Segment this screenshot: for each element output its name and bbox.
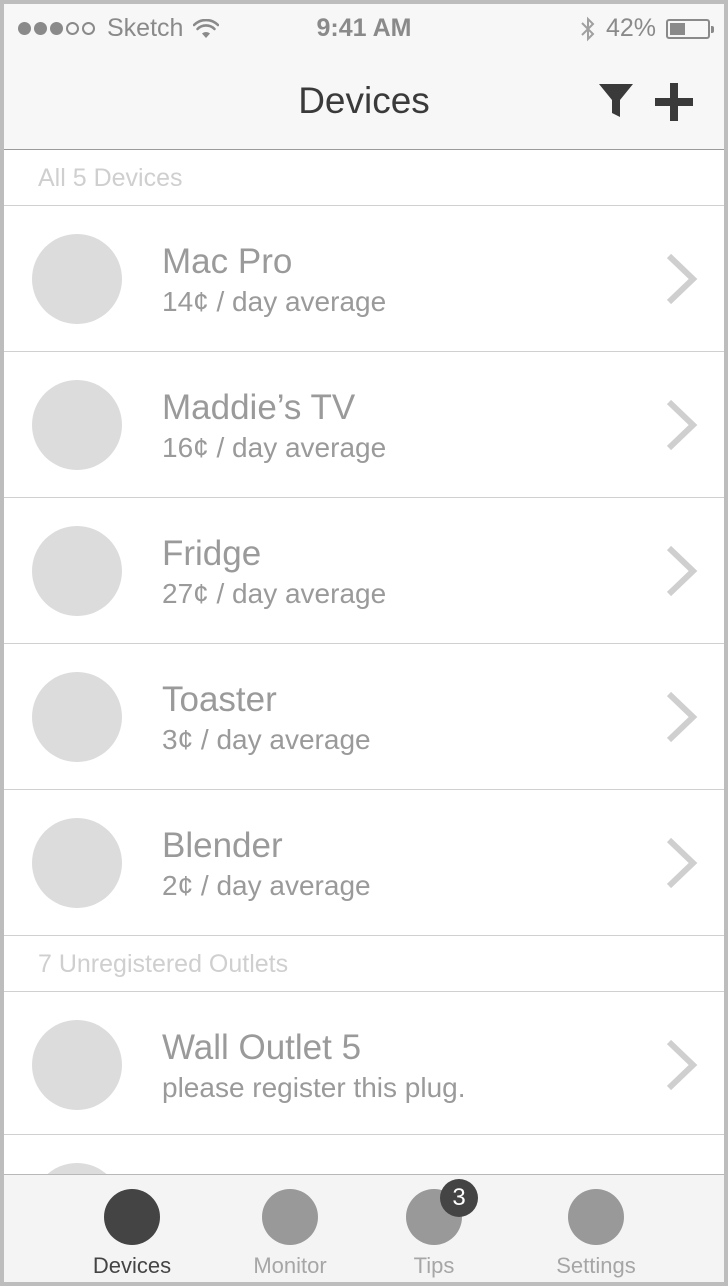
tab-label: Tips bbox=[413, 1253, 455, 1278]
tab-bar: Devices Monitor 3 Tips Settings bbox=[4, 1174, 724, 1282]
outlet-avatar bbox=[32, 1020, 122, 1110]
filter-icon[interactable] bbox=[596, 80, 636, 120]
device-list: All 5 Devices Mac Pro 14¢ / day average … bbox=[4, 150, 724, 1253]
tab-label: Monitor bbox=[253, 1253, 327, 1278]
tab-label: Devices bbox=[92, 1253, 172, 1278]
device-avatar bbox=[32, 526, 122, 616]
device-cost: 2¢ / day average bbox=[162, 870, 371, 901]
outlet-name: Wall Outlet 5 bbox=[162, 1028, 362, 1067]
plus-icon[interactable] bbox=[654, 82, 694, 122]
outlet-row-partial[interactable] bbox=[4, 1135, 724, 1253]
device-row-mac-pro[interactable]: Mac Pro 14¢ / day average bbox=[4, 206, 724, 352]
tab-devices[interactable]: Devices bbox=[52, 1175, 212, 1282]
status-bar: Sketch 9:41 AM 42% bbox=[4, 4, 724, 52]
device-avatar bbox=[32, 380, 122, 470]
device-name: Toaster bbox=[162, 680, 277, 719]
phone-screen: Sketch 9:41 AM 42% Devices All 5 Devices… bbox=[0, 0, 728, 1286]
section-header-unregistered: 7 Unregistered Outlets bbox=[4, 936, 724, 992]
device-cost: 16¢ / day average bbox=[162, 432, 387, 463]
device-name: Mac Pro bbox=[162, 242, 293, 281]
device-cost: 3¢ / day average bbox=[162, 724, 371, 755]
tab-monitor[interactable]: Monitor bbox=[210, 1175, 370, 1282]
settings-tab-icon bbox=[568, 1189, 624, 1245]
devices-tab-icon bbox=[104, 1189, 160, 1245]
battery-level bbox=[670, 22, 685, 35]
chevron-right-icon bbox=[666, 399, 698, 451]
device-name: Fridge bbox=[162, 534, 262, 573]
tips-badge: 3 bbox=[440, 1179, 478, 1217]
outlet-row-wall-outlet-5[interactable]: Wall Outlet 5 please register this plug. bbox=[4, 992, 724, 1135]
chevron-right-icon bbox=[666, 837, 698, 889]
tab-label: Settings bbox=[556, 1253, 636, 1278]
device-name: Blender bbox=[162, 826, 283, 865]
outlet-message: please register this plug. bbox=[162, 1072, 466, 1103]
battery-icon bbox=[666, 18, 714, 39]
tab-tips[interactable]: 3 Tips bbox=[354, 1175, 514, 1282]
section-header-devices: All 5 Devices bbox=[4, 150, 724, 206]
device-avatar bbox=[32, 234, 122, 324]
device-row-toaster[interactable]: Toaster 3¢ / day average bbox=[4, 644, 724, 790]
device-cost: 14¢ / day average bbox=[162, 286, 387, 317]
device-name: Maddie’s TV bbox=[162, 388, 356, 427]
bluetooth-icon bbox=[581, 16, 595, 41]
device-row-maddies-tv[interactable]: Maddie’s TV 16¢ / day average bbox=[4, 352, 724, 498]
chevron-right-icon bbox=[666, 1039, 698, 1091]
device-row-blender[interactable]: Blender 2¢ / day average bbox=[4, 790, 724, 936]
tab-settings[interactable]: Settings bbox=[516, 1175, 676, 1282]
device-avatar bbox=[32, 818, 122, 908]
battery-percent: 42% bbox=[605, 14, 656, 42]
status-right: 42% bbox=[580, 14, 714, 43]
chevron-right-icon bbox=[666, 545, 698, 597]
chevron-right-icon bbox=[666, 691, 698, 743]
top-area: Sketch 9:41 AM 42% Devices bbox=[4, 4, 724, 150]
monitor-tab-icon bbox=[262, 1189, 318, 1245]
device-row-fridge[interactable]: Fridge 27¢ / day average bbox=[4, 498, 724, 644]
device-avatar bbox=[32, 672, 122, 762]
chevron-right-icon bbox=[666, 253, 698, 305]
device-cost: 27¢ / day average bbox=[162, 578, 387, 609]
